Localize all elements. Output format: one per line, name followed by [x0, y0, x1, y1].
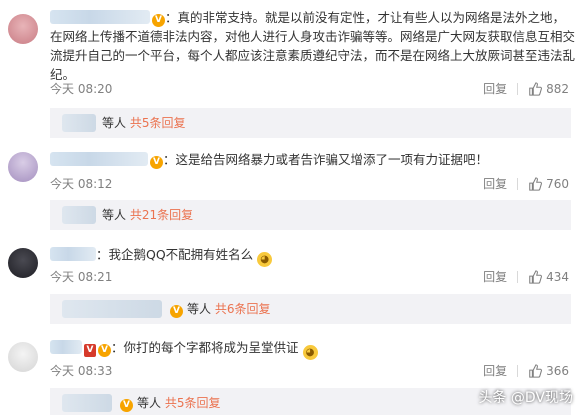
- like-count: 882: [546, 81, 569, 96]
- view-replies-link[interactable]: 共21条回复: [130, 208, 193, 222]
- like-button[interactable]: 882: [528, 82, 569, 96]
- replier-avatar: [62, 206, 96, 224]
- divider: [517, 177, 519, 190]
- view-replies-link[interactable]: 共6条回复: [215, 302, 271, 316]
- view-replies-link[interactable]: 共5条回复: [165, 396, 221, 410]
- reply-button[interactable]: 回复: [483, 80, 507, 97]
- avatar[interactable]: [8, 248, 38, 278]
- like-button[interactable]: 760: [528, 177, 569, 191]
- timestamp: 今天 08:21: [50, 270, 113, 284]
- comment-text-block: V ：这是给告网络暴力或者告诈骗又增添了一项有力证据吧！: [50, 150, 575, 169]
- comment-actions: 回复 760: [483, 175, 569, 192]
- reply-summary[interactable]: V 等人 共6条回复: [50, 294, 571, 324]
- username[interactable]: [50, 340, 82, 354]
- reply-summary[interactable]: 等人 共5条回复: [50, 108, 571, 138]
- reply-summary-text: 等人: [187, 302, 212, 316]
- comment-text: ：我企鹅QQ不配拥有姓名么: [96, 247, 254, 262]
- replier-avatar: [62, 114, 96, 132]
- thumbs-up-icon: [529, 363, 543, 378]
- reply-button[interactable]: 回复: [483, 175, 507, 192]
- like-count: 434: [546, 269, 569, 284]
- like-button[interactable]: 434: [528, 270, 569, 284]
- comment-actions: 回复 434: [483, 268, 569, 285]
- view-replies-link[interactable]: 共5条回复: [130, 116, 186, 130]
- reply-button[interactable]: 回复: [483, 362, 507, 379]
- avatar[interactable]: [8, 342, 38, 372]
- like-count: 760: [546, 176, 569, 191]
- avatar[interactable]: [8, 152, 38, 182]
- timestamp: 今天 08:33: [50, 364, 113, 378]
- timestamp: 今天 08:12: [50, 177, 113, 191]
- comment-text-block: ：我企鹅QQ不配拥有姓名么 ◕: [50, 245, 575, 267]
- vip-badge-icon: V: [84, 344, 96, 357]
- vip-badge-icon: V: [120, 399, 133, 412]
- reply-summary-text: 等人: [137, 396, 162, 410]
- comment-actions: 回复 882: [483, 80, 569, 97]
- thumbs-up-icon: [529, 81, 543, 96]
- like-count: 366: [546, 363, 569, 378]
- vip-badge-icon: V: [170, 305, 183, 318]
- reply-summary-text: 等人: [102, 208, 127, 222]
- timestamp: 今天 08:20: [50, 82, 113, 96]
- reply-button[interactable]: 回复: [483, 268, 507, 285]
- username[interactable]: [50, 152, 148, 166]
- comment-text: ：这是给告网络暴力或者告诈骗又增添了一项有力证据吧！: [163, 152, 489, 167]
- comment-text-block: V ：真的非常支持。就是以前没有定性，才让有些人以为网络是法外之地，在网络上传播不…: [50, 8, 575, 84]
- emoji-icon: ◕: [257, 252, 273, 267]
- comment-text-block: V V ：你打的每个字都将成为呈堂供证 ◕: [50, 338, 575, 360]
- divider: [517, 82, 519, 95]
- divider: [517, 270, 519, 283]
- vip-badge-icon: V: [98, 344, 111, 357]
- reply-summary[interactable]: 等人 共21条回复: [50, 200, 571, 230]
- like-button[interactable]: 366: [528, 364, 569, 378]
- reply-summary-text: 等人: [102, 116, 127, 130]
- replier-avatar: [62, 394, 112, 412]
- vip-badge-icon: V: [152, 14, 165, 27]
- divider: [517, 364, 519, 377]
- vip-badge-icon: V: [150, 156, 163, 169]
- replier-avatar: [62, 300, 162, 318]
- thumbs-up-icon: [529, 176, 543, 191]
- username[interactable]: [50, 10, 150, 24]
- avatar[interactable]: [8, 14, 38, 44]
- comment-actions: 回复 366: [483, 362, 569, 379]
- username[interactable]: [50, 247, 96, 261]
- comment-text: ：你打的每个字都将成为呈堂供证: [111, 340, 299, 355]
- thumbs-up-icon: [529, 269, 543, 284]
- emoji-icon: ◕: [302, 345, 318, 360]
- watermark: 头条 @DV现场: [478, 390, 573, 406]
